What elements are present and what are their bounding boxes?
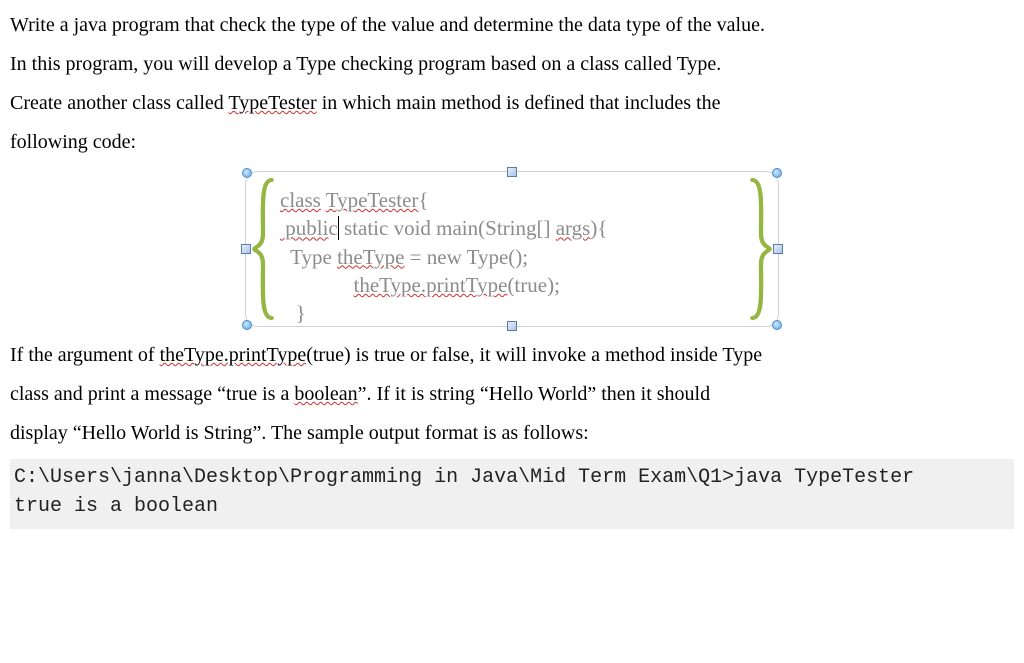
text: Write a java program that check the type…	[10, 14, 765, 36]
text: (true);	[507, 273, 559, 297]
text: Create another class called	[10, 92, 228, 114]
text: in which main method is defined that inc…	[317, 92, 721, 114]
text: If the argument of	[10, 344, 160, 366]
text-squiggly: theType.printType	[354, 273, 508, 297]
text: (true) is true or false, it will invoke …	[306, 344, 762, 366]
text-squiggly: class	[280, 188, 321, 212]
code-figure: class TypeTester{ public static void mai…	[10, 172, 1014, 326]
text-squiggly: theType	[337, 245, 404, 269]
code-line-4: theType.printType(true);	[280, 271, 744, 299]
intro-line-2: In this program, you will develop a Type…	[10, 45, 1014, 84]
code-line-1: class TypeTester{	[280, 186, 744, 214]
resize-handle-right[interactable]	[773, 244, 783, 254]
intro-line-3: Create another class called TypeTester i…	[10, 84, 1014, 123]
text-squiggly: TypeTester	[228, 92, 316, 114]
text-squiggly: theType.printType	[160, 344, 307, 366]
text: ”. If it is string “Hello World” then it…	[358, 383, 710, 405]
after-line-1: If the argument of theType.printType(tru…	[10, 336, 1014, 375]
intro-line-1: Write a java program that check the type…	[10, 6, 1014, 45]
text: ){	[590, 216, 607, 240]
text: Type	[280, 245, 337, 269]
resize-handle-top[interactable]	[507, 167, 517, 177]
text-squiggly: publi	[280, 216, 328, 240]
resize-handle-bottom-left[interactable]	[242, 320, 252, 330]
terminal-line: true is a boolean	[14, 495, 218, 518]
after-line-2: class and print a message “true is a boo…	[10, 375, 1014, 414]
code-line-5: }	[280, 299, 744, 327]
resize-handle-bottom-right[interactable]	[772, 320, 782, 330]
document-body: Write a java program that check the type…	[0, 0, 1024, 549]
text-squiggly: args	[556, 216, 591, 240]
left-brace-icon	[250, 178, 276, 320]
after-line-3: display “Hello World is String”. The sam…	[10, 414, 1014, 453]
text: static void main(String[]	[339, 216, 556, 240]
text: c	[328, 216, 338, 240]
resize-handle-top-left[interactable]	[242, 168, 252, 178]
terminal-line: C:\Users\janna\Desktop\Programming in Ja…	[14, 466, 914, 489]
code-line-3: Type theType = new Type();	[280, 243, 744, 271]
right-brace-icon	[748, 178, 774, 320]
resize-handle-top-right[interactable]	[772, 168, 782, 178]
intro-line-4: following code:	[10, 123, 1014, 162]
terminal-output: C:\Users\janna\Desktop\Programming in Ja…	[10, 459, 1014, 529]
code-content: class TypeTester{ public static void mai…	[280, 186, 744, 328]
text-squiggly: boolean	[294, 383, 357, 405]
text	[280, 273, 354, 297]
text: {	[418, 188, 428, 212]
code-box[interactable]: class TypeTester{ public static void mai…	[246, 172, 778, 326]
text-squiggly: TypeTester	[326, 188, 419, 212]
text: class and print a message “true is a	[10, 383, 294, 405]
text: = new Type();	[404, 245, 528, 269]
code-line-2: public static void main(String[] args){	[280, 214, 744, 242]
